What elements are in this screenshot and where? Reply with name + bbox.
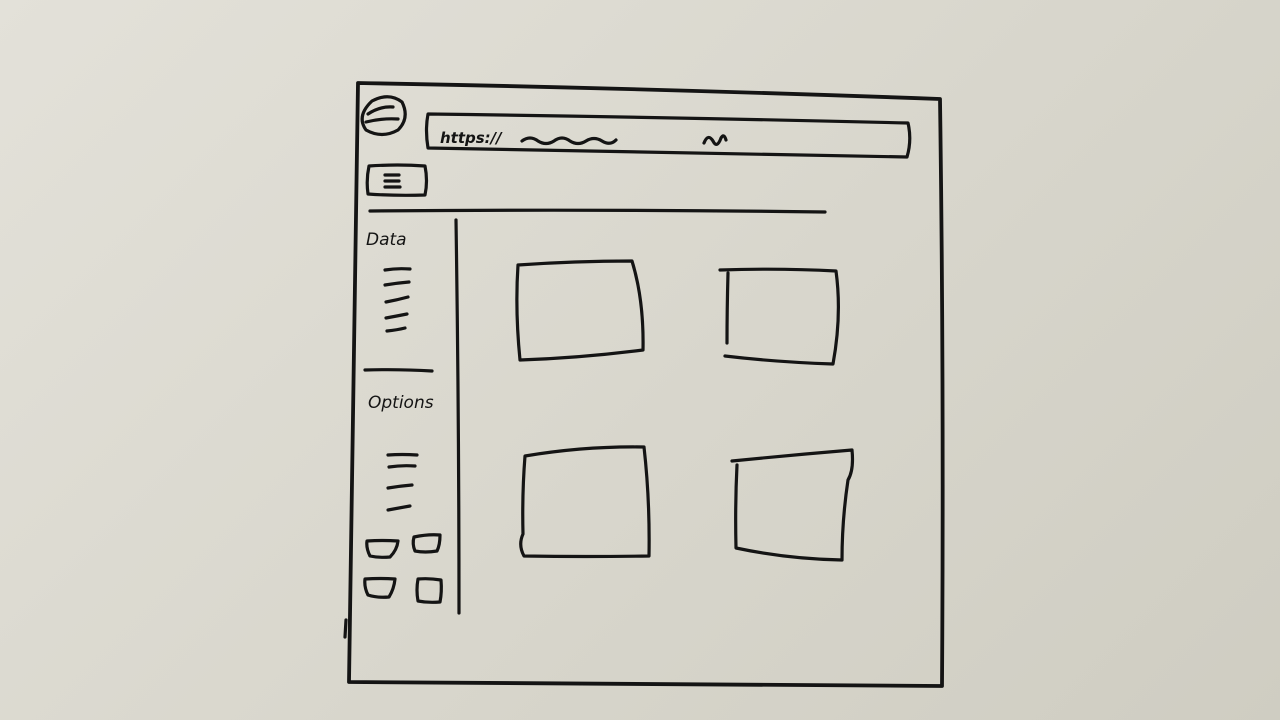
sidebar-thumbnail[interactable]: [415, 577, 443, 604]
sidebar-thumbnail[interactable]: [411, 533, 442, 554]
sidebar-item-data-2[interactable]: [383, 280, 411, 287]
sidebar-section-label-options: Options: [368, 393, 434, 413]
sidebar-section-divider: [363, 368, 434, 373]
sidebar-item-data-5[interactable]: [385, 326, 407, 333]
content-card[interactable]: [718, 267, 840, 366]
browser-window: [343, 81, 945, 688]
sketch-canvas: https:// Data Options: [343, 81, 945, 688]
hamburger-icon: [383, 173, 402, 189]
main-content: [515, 259, 855, 562]
sidebar-item-options-3[interactable]: [386, 483, 414, 490]
address-bar[interactable]: https://: [424, 112, 912, 159]
sidebar-thumbnail[interactable]: [365, 538, 400, 559]
sidebar-item-options-4[interactable]: [386, 504, 412, 512]
menu-button[interactable]: [365, 163, 429, 197]
content-card[interactable]: [519, 445, 651, 559]
sidebar-section-label-data: Data: [366, 230, 407, 250]
toolbar-divider: [368, 208, 827, 214]
sidebar-item-options-1[interactable]: [386, 452, 419, 457]
sidebar-divider: [454, 218, 461, 615]
sidebar-thumbnail[interactable]: [363, 576, 397, 599]
sidebar-thumbnail-grid: [363, 533, 443, 604]
browser-logo-icon[interactable]: [360, 95, 407, 137]
sidebar-item-options-2[interactable]: [387, 464, 417, 469]
url-text: https://: [440, 129, 503, 147]
content-card[interactable]: [730, 448, 855, 562]
sidebar-item-data-3[interactable]: [384, 295, 410, 304]
sidebar: Data Options: [363, 230, 443, 604]
sidebar-item-data-4[interactable]: [384, 312, 409, 320]
sidebar-item-data-1[interactable]: [383, 267, 412, 272]
content-card[interactable]: [515, 259, 645, 362]
